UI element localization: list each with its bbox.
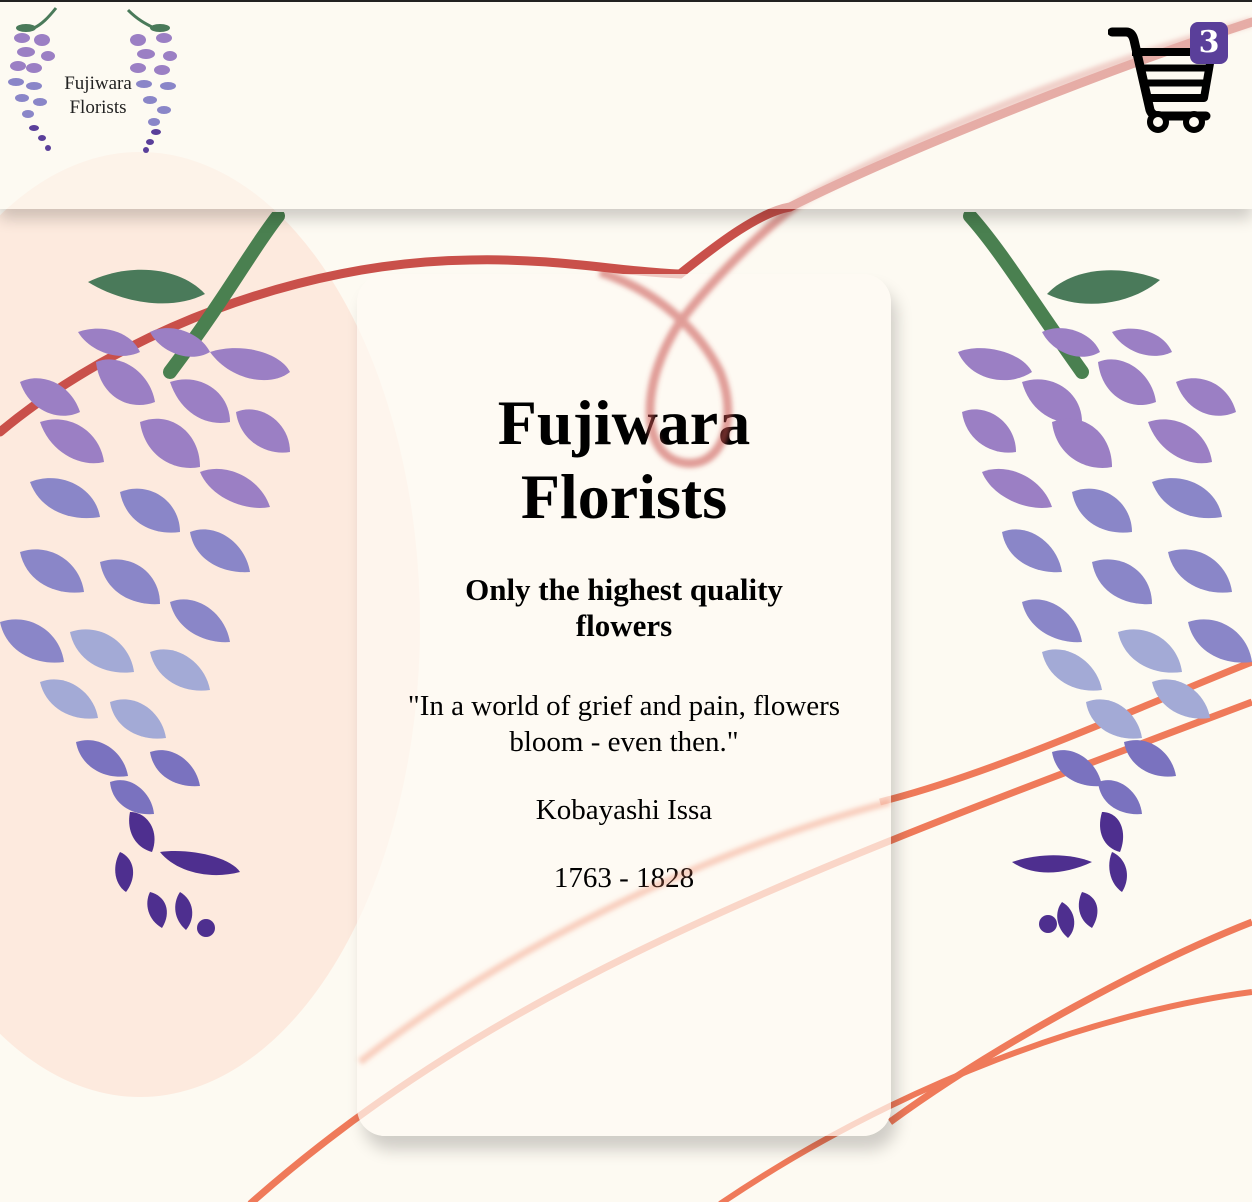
hero-title: Fujiwara Florists	[357, 386, 891, 534]
quote-author-years: 1763 - 1828	[553, 862, 695, 894]
hero-quote: "In a world of grief and pain, flowers b…	[407, 690, 841, 758]
hero-title-line-1: Fujiwara	[497, 387, 751, 458]
logo-text: Fujiwara Florists	[50, 72, 146, 120]
quote-author: Kobayashi Issa	[535, 794, 713, 826]
page: Fujiwara Florists 3 Fujiwara Florists On…	[0, 0, 1252, 1202]
cart-count-badge: 3	[1190, 22, 1228, 64]
hero-title-line-2: Florists	[520, 461, 728, 532]
logo-line-2: Florists	[69, 97, 127, 118]
wisteria-left-icon	[0, 212, 290, 937]
hero-tagline: Only the highest quality flowers	[465, 572, 783, 643]
wisteria-right-icon	[958, 212, 1252, 938]
logo-line-1: Fujiwara	[64, 73, 132, 94]
site-header: Fujiwara Florists 3	[0, 2, 1252, 209]
logo[interactable]: Fujiwara Florists	[4, 6, 186, 154]
hero-card: Fujiwara Florists Only the highest quali…	[357, 274, 891, 1136]
